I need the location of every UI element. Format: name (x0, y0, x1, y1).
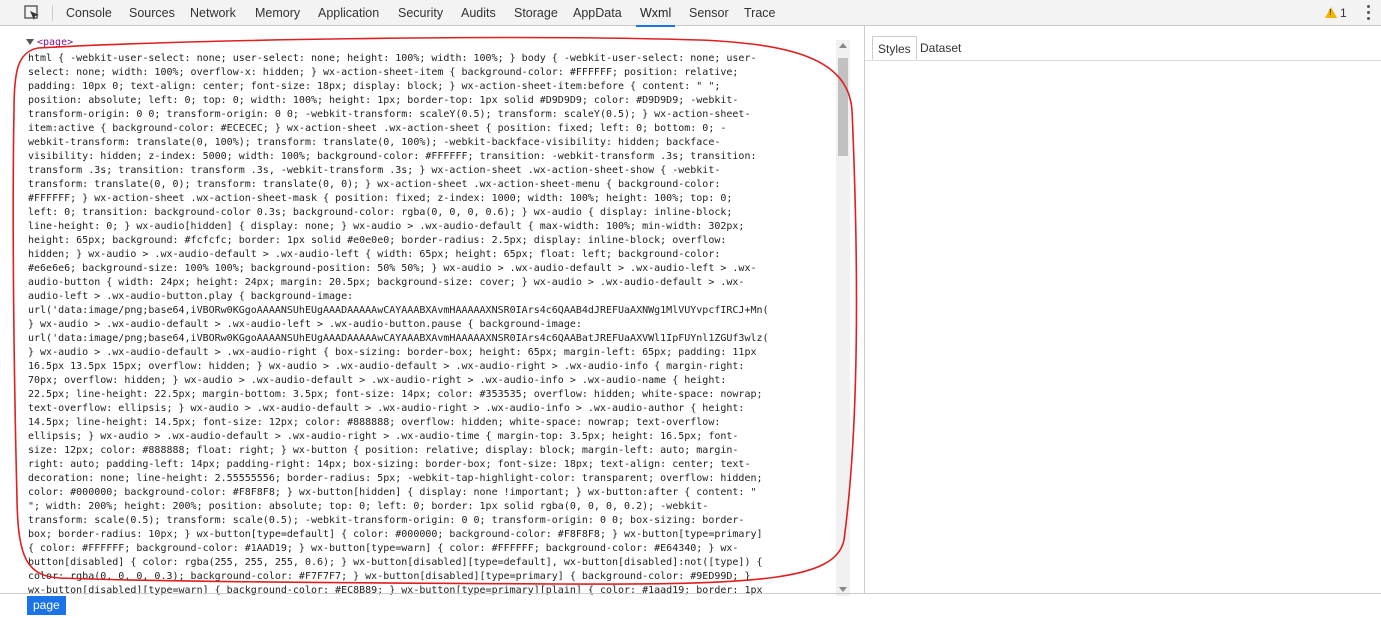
code-line: transform: translate(0, 0); transform: t… (28, 179, 721, 190)
code-line: transform: scale(0.5); transform: scale(… (28, 515, 745, 526)
code-line: ellipsis; } wx-audio > .wx-audio-default… (28, 431, 739, 442)
tab-appdata[interactable]: AppData (573, 0, 622, 26)
sidebar-tabbar: Styles Dataset (865, 36, 1381, 61)
code-line: color: #000000; background-color: #F8F8F… (28, 487, 757, 498)
breadcrumb-separator (0, 593, 1381, 594)
scrollbar-thumb[interactable] (838, 58, 848, 156)
tab-styles[interactable]: Styles (872, 36, 917, 60)
code-line: 22.5px; line-height: 22.5px; margin-bott… (28, 389, 763, 400)
tab-storage[interactable]: Storage (514, 0, 558, 26)
code-line: url('data:image/png;base64,iVBORw0KGgoAA… (28, 305, 769, 316)
code-line: hidden; } wx-audio > .wx-audio-default >… (28, 249, 721, 260)
toolbar-separator (52, 5, 53, 21)
code-line: select: none; width: 100%; overflow-x: h… (28, 67, 739, 78)
code-line: 14.5px; line-height: 14.5px; font-size: … (28, 417, 721, 428)
code-line: right: auto; padding-left: 14px; padding… (28, 459, 751, 470)
code-line: 70px; overflow: hidden; } wx-audio > .wx… (28, 375, 727, 386)
dom-node-page[interactable]: <page> (26, 37, 73, 48)
code-line: color: rgba(0, 0, 0, 0.3); background-co… (28, 571, 751, 582)
code-line: decoration: none; line-height: 2.5555555… (28, 473, 763, 484)
tab-dataset[interactable]: Dataset (915, 36, 966, 60)
code-line: #FFFFFF; } wx-action-sheet .wx-action-sh… (28, 193, 733, 204)
tab-audits[interactable]: Audits (461, 0, 496, 26)
code-line: item:active { background-color: #ECECEC;… (28, 123, 727, 134)
code-line: padding: 10px 0; text-align: center; fon… (28, 81, 721, 92)
code-line: 16.5px 13.5px 15px; overflow: hidden; } … (28, 361, 745, 372)
code-line: #e6e6e6; background-size: 100% 100%; bac… (28, 263, 757, 274)
code-line: transform-origin: 0 0; transform-origin:… (28, 109, 751, 120)
vertical-scrollbar[interactable] (836, 40, 850, 596)
code-line: height: 65px; background: #fcfcfc; borde… (28, 235, 727, 246)
breadcrumb-page[interactable]: page (27, 596, 66, 615)
code-line: audio-left > .wx-audio-button.play { bac… (28, 291, 354, 302)
tab-security[interactable]: Security (398, 0, 443, 26)
devtools-toolbar: Console Sources Network Memory Application Se… (0, 0, 1381, 27)
more-options-icon[interactable] (1362, 5, 1374, 21)
code-line: { color: #FFFFFF; background-color: #1AA… (28, 543, 739, 554)
tab-network[interactable]: Network (190, 0, 236, 26)
tab-trace[interactable]: Trace (744, 0, 776, 26)
code-line: webkit-transform: translate(0, 100%); tr… (28, 137, 721, 148)
code-line: } wx-audio > .wx-audio-default > .wx-aud… (28, 319, 582, 330)
scroll-down-arrow-icon[interactable] (839, 587, 847, 592)
collapse-triangle-icon[interactable] (26, 39, 34, 45)
warnings-indicator[interactable]: 1 (1325, 0, 1347, 26)
code-line: left: 0; transition: background-color 0.… (28, 207, 733, 218)
code-line: url('data:image/png;base64,iVBORw0KGgoAA… (28, 333, 769, 344)
code-line: visibility: hidden; z-index: 5000; width… (28, 151, 757, 162)
warnings-count: 1 (1340, 6, 1347, 20)
code-line: audio-button { width: 24px; height: 24px… (28, 277, 745, 288)
elements-panel: <page> html { -webkit-user-select: none;… (0, 26, 852, 596)
style-text-block: html { -webkit-user-select: none; user-s… (28, 52, 836, 598)
code-line: "; width: 200%; height: 200%; position: … (28, 501, 709, 512)
code-line: size: 12px; color: #888888; float: right… (28, 445, 739, 456)
tab-sources[interactable]: Sources (129, 0, 175, 26)
sidebar-pane: Styles Dataset (865, 26, 1381, 594)
inspect-element-icon[interactable] (22, 3, 42, 23)
code-line: line-height: 0; } wx-audio[hidden] { dis… (28, 221, 745, 232)
code-line: position: absolute; left: 0; top: 0; wid… (28, 95, 739, 106)
tab-memory[interactable]: Memory (255, 0, 300, 26)
warning-icon (1325, 7, 1337, 18)
code-line: button[disabled] { color: rgba(255, 255,… (28, 557, 763, 568)
code-line: text-overflow: ellipsis; } wx-audio > .w… (28, 403, 745, 414)
tab-sensor[interactable]: Sensor (689, 0, 729, 26)
code-line: wx-button[disabled][type=warn] { backgro… (28, 585, 763, 596)
tab-console[interactable]: Console (66, 0, 112, 26)
tab-application[interactable]: Application (318, 0, 379, 26)
tab-wxml[interactable]: Wxml (635, 0, 676, 27)
code-line: box; border-radius: 10px; } wx-button[ty… (28, 529, 763, 540)
code-line: } wx-audio > .wx-audio-default > .wx-aud… (28, 347, 757, 358)
scroll-up-arrow-icon[interactable] (839, 43, 847, 48)
code-line: html { -webkit-user-select: none; user-s… (28, 53, 757, 64)
page-tag: <page> (37, 37, 74, 48)
code-line: transform .3s; transition: transform .3s… (28, 165, 721, 176)
